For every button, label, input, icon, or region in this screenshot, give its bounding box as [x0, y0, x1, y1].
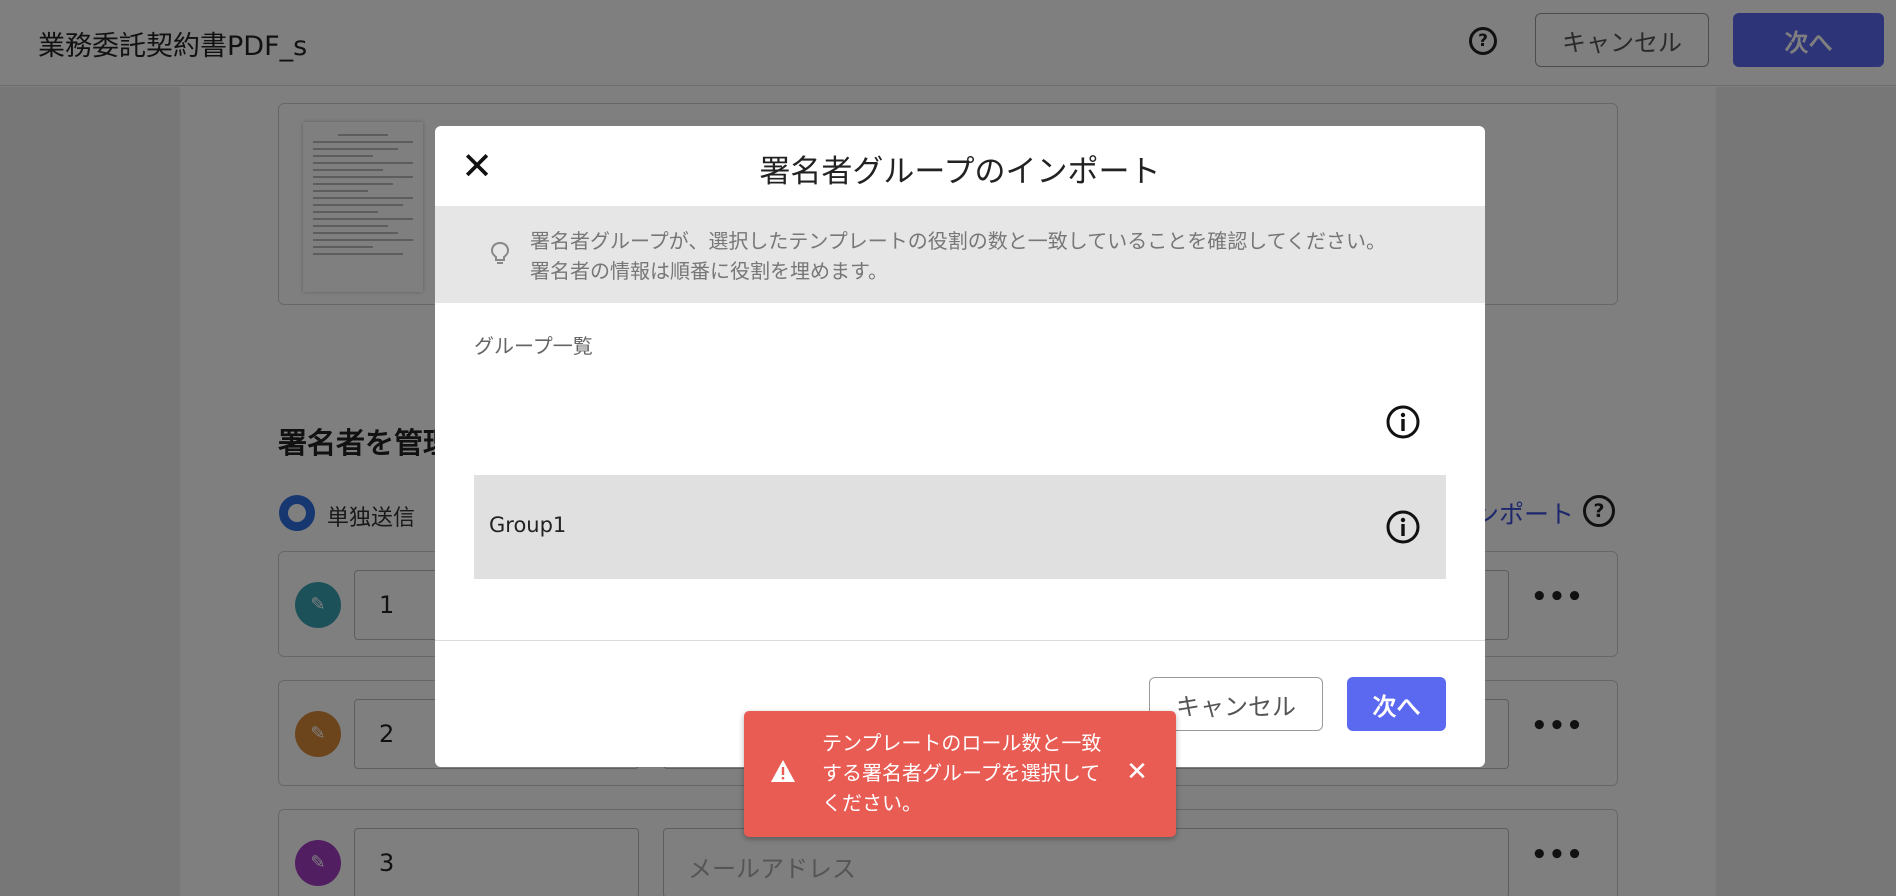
info-notice: 署名者グループが、選択したテンプレートの役割の数と一致していることを確認してくだ… [435, 206, 1485, 303]
group-list-label: グループ一覧 [474, 334, 593, 358]
modal-title: 署名者グループのインポート [759, 154, 1161, 190]
group-list-item-selected[interactable]: Group1 [474, 475, 1446, 579]
warning-icon [771, 760, 795, 782]
notice-line-2: 署名者の情報は順番に役割を埋めます。 [530, 259, 888, 283]
notice-text: 署名者グループが、選択したテンプレートの役割の数と一致していることを確認してくだ… [530, 226, 1386, 286]
group-list-item[interactable] [474, 370, 1446, 474]
close-icon[interactable]: ✕ [1122, 757, 1152, 787]
error-toast: テンプレートのロール数と一致する署名者グループを選択してください。 ✕ [744, 711, 1176, 837]
notice-line-1: 署名者グループが、選択したテンプレートの役割の数と一致していることを確認してくだ… [530, 229, 1386, 253]
import-signer-group-modal: ✕ 署名者グループのインポート 署名者グループが、選択したテンプレートの役割の数… [435, 126, 1485, 767]
group-name: Group1 [489, 513, 567, 537]
modal-next-button[interactable]: 次へ [1347, 677, 1446, 731]
info-icon[interactable] [1385, 509, 1421, 545]
info-icon[interactable] [1385, 404, 1421, 440]
modal-divider [435, 640, 1485, 641]
lightbulb-icon [490, 241, 510, 264]
toast-message: テンプレートのロール数と一致する署名者グループを選択してください。 [822, 731, 1102, 815]
